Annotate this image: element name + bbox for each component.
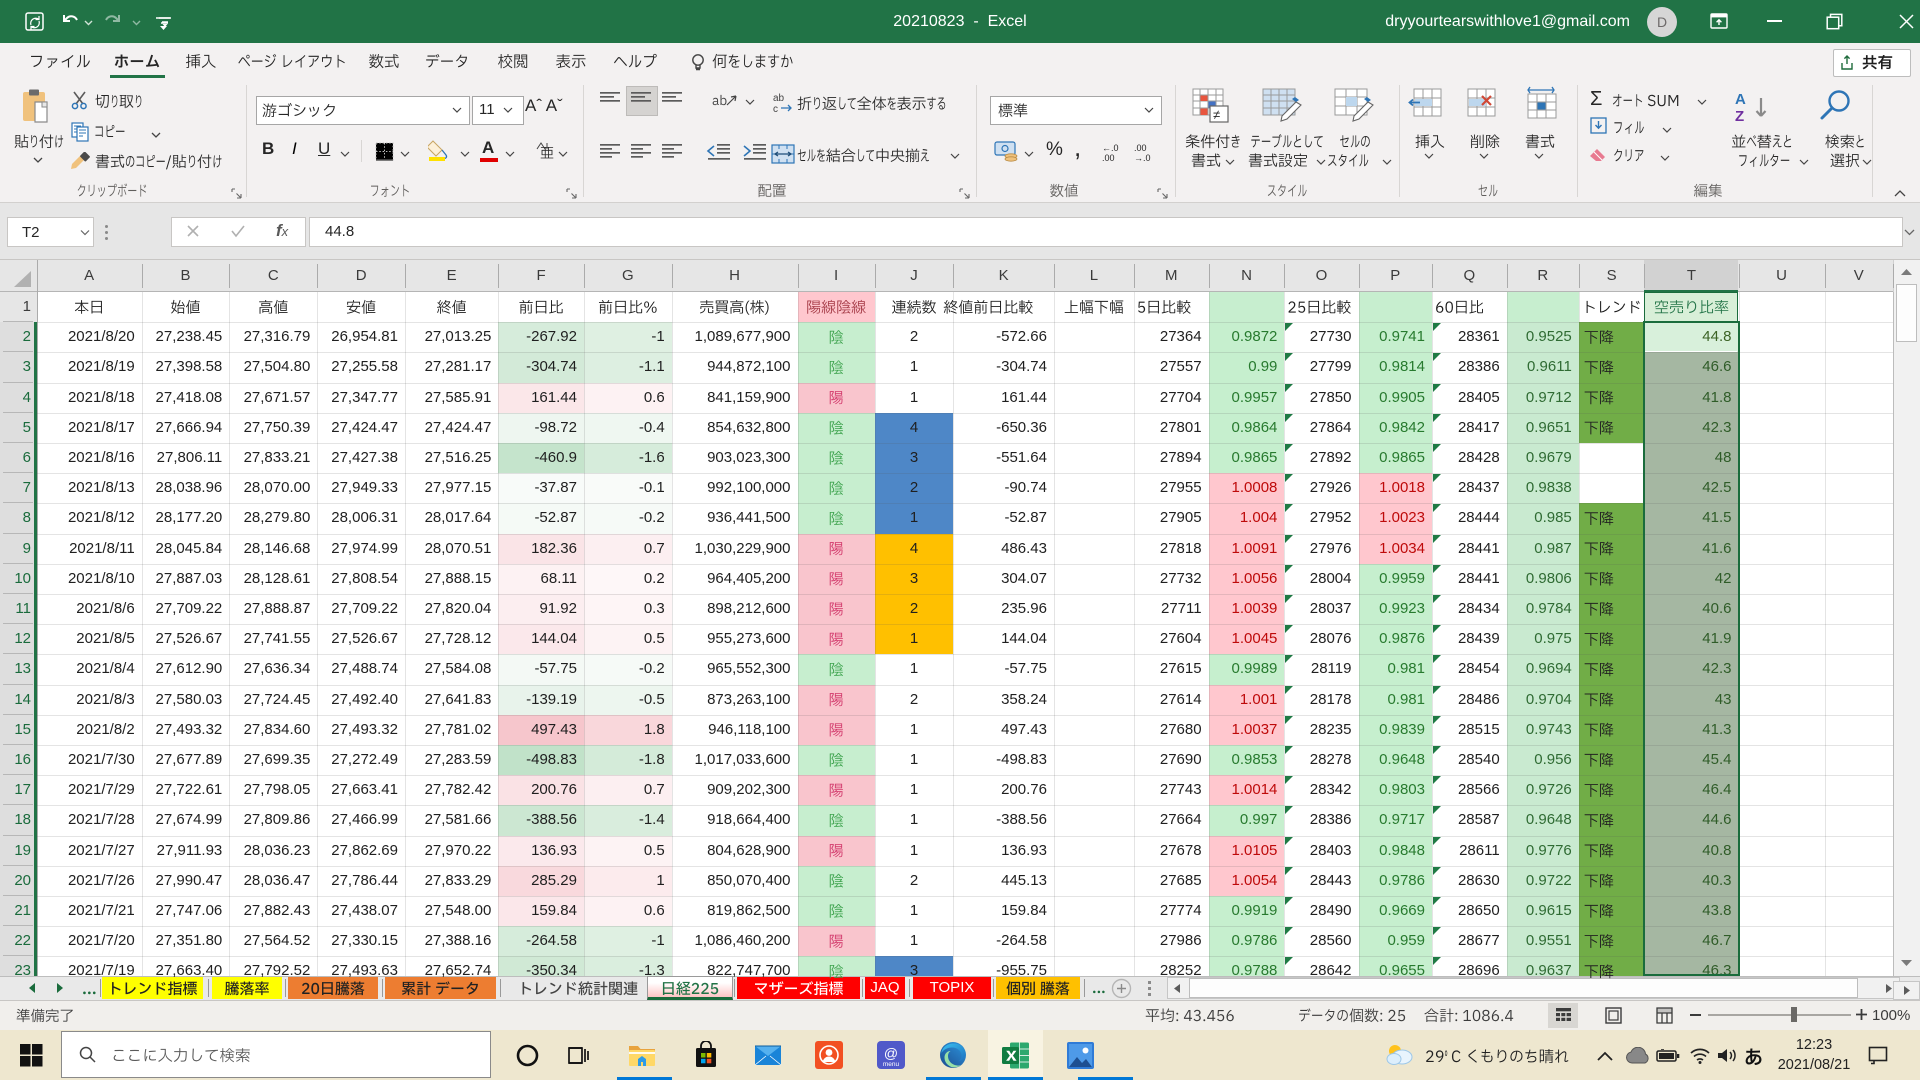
svg-text:ab: ab: [773, 93, 785, 104]
svg-text:A: A: [1735, 91, 1746, 108]
svg-text:.00: .00: [1102, 153, 1115, 162]
svg-text:@: @: [884, 1045, 898, 1061]
svg-text:c: c: [773, 104, 778, 114]
svg-text:≠: ≠: [1213, 107, 1220, 122]
svg-text:menu: menu: [883, 1061, 900, 1068]
svg-text:.00: .00: [1134, 143, 1147, 153]
svg-text:Z: Z: [1735, 108, 1744, 125]
svg-text:←.0: ←.0: [1102, 143, 1119, 153]
svg-text:→.0: →.0: [1134, 153, 1151, 162]
